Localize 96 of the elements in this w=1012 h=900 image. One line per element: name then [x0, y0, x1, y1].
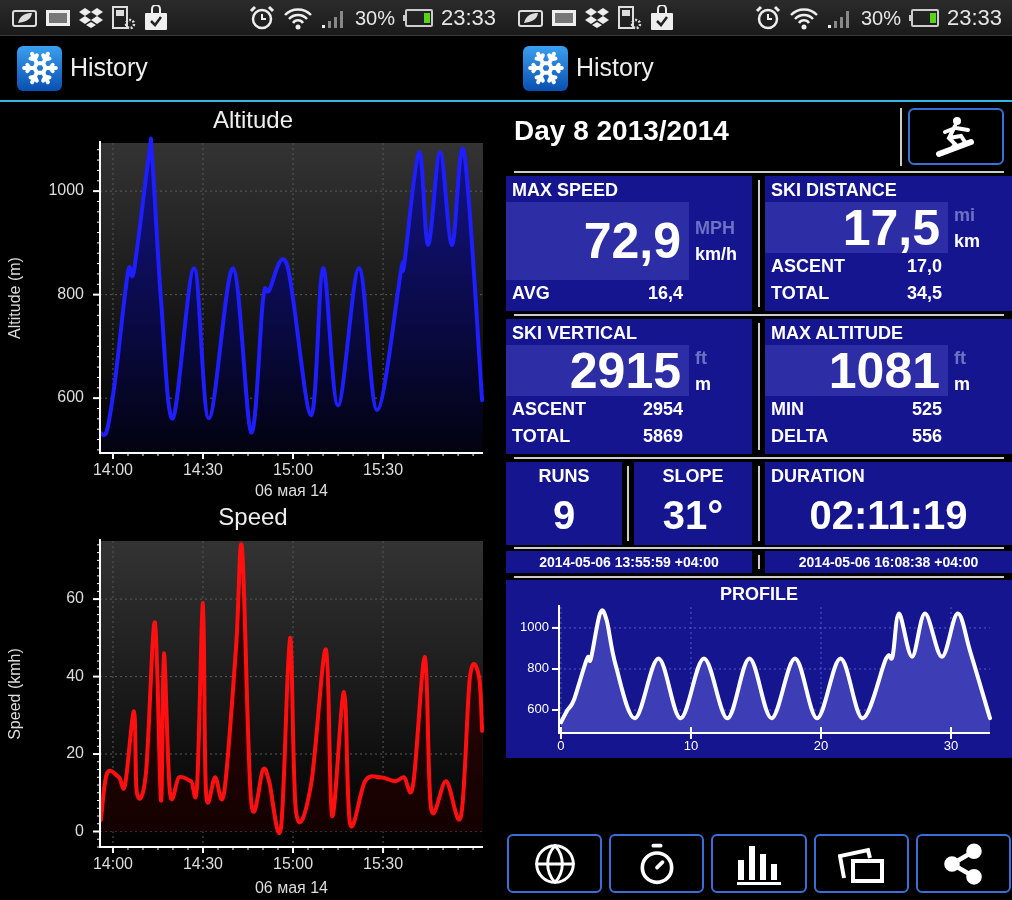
- tile-label: DURATION: [770, 465, 866, 488]
- chart-title: PROFILE: [720, 583, 798, 604]
- y-tick-label: 600: [57, 388, 84, 406]
- picture-icon: [551, 7, 577, 28]
- y-tick-label: 40: [66, 666, 84, 684]
- leaf-icon: [516, 7, 544, 28]
- wifi-icon: [788, 5, 819, 30]
- y-tick-label: 1000: [48, 181, 84, 199]
- x-tick-label: 14:30: [182, 461, 223, 478]
- tile-label: RUNS: [537, 465, 591, 488]
- wifi-icon: [282, 5, 313, 30]
- battery-icon: [908, 8, 939, 27]
- tile-label: SKI DISTANCE: [770, 179, 898, 202]
- y-tick-label: 0: [75, 821, 84, 839]
- row-value: 17,0: [906, 255, 942, 278]
- bag-check-icon: [650, 4, 674, 31]
- row-label: DELTA: [771, 425, 829, 448]
- stat-value: 17,5: [842, 202, 940, 253]
- row-value: 16,4: [647, 282, 683, 305]
- stat-value: 02:11:19: [808, 492, 969, 539]
- x-tick-label: 14:00: [92, 855, 133, 872]
- tile-label: SKI VERTICAL: [511, 322, 638, 345]
- snowboarder-icon: [935, 115, 977, 158]
- row-value: 556: [911, 425, 942, 448]
- battery-percent: 30%: [860, 5, 901, 31]
- x-tick-label: 20: [813, 738, 829, 753]
- stopwatch-button[interactable]: [609, 834, 705, 893]
- axis-label: 06 мая 14: [255, 879, 328, 896]
- bars-button[interactable]: [711, 834, 807, 893]
- row-label: AVG: [512, 282, 550, 305]
- snowboard-button[interactable]: [908, 108, 1004, 165]
- leaf-icon: [10, 7, 38, 28]
- row-label: ASCENT: [512, 398, 586, 421]
- x-tick-label: 30: [943, 738, 959, 753]
- picture-icon: [45, 7, 71, 28]
- row-label: TOTAL: [771, 282, 830, 305]
- x-tick-label: 15:30: [363, 461, 404, 478]
- y-tick-label: 1000: [520, 619, 549, 635]
- x-tick-label: 15:00: [273, 855, 314, 872]
- clock-time: 23:33: [946, 4, 1002, 32]
- row-value: 525: [911, 398, 942, 421]
- row-value: 34,5: [906, 282, 942, 305]
- x-tick-label: 10: [683, 738, 699, 753]
- row-value: 5869: [642, 425, 683, 448]
- axis-label: Altitude (m): [6, 257, 23, 339]
- tile-label: SLOPE: [661, 465, 725, 488]
- stat-value: 1081: [828, 345, 940, 396]
- globe-icon: [532, 841, 577, 886]
- unit-label[interactable]: km: [954, 227, 980, 254]
- timestamp: 2014-05-06 13:55:59 +04:00: [506, 551, 752, 573]
- chart-title: Speed: [218, 502, 288, 532]
- boxes-icon: [584, 6, 610, 29]
- photos-button[interactable]: [813, 834, 909, 893]
- screen-title: History: [70, 52, 148, 84]
- clock-time: 23:33: [440, 4, 496, 32]
- x-tick-label: 15:30: [363, 855, 404, 872]
- bag-check-icon: [144, 4, 168, 31]
- y-tick-label: 20: [66, 744, 84, 762]
- unit-label[interactable]: km/h: [695, 241, 737, 267]
- tile-label: MAX SPEED: [511, 179, 620, 202]
- y-tick-label: 600: [527, 701, 549, 717]
- row-label: ASCENT: [771, 255, 845, 278]
- boxes-icon: [78, 6, 104, 29]
- alarm-clock-icon: [248, 4, 275, 31]
- x-tick-label: 14:30: [182, 855, 223, 872]
- unit-label[interactable]: m: [695, 370, 711, 397]
- alarm-clock-icon: [754, 4, 781, 31]
- unit-label[interactable]: m: [954, 370, 970, 397]
- card-gear-icon: [111, 5, 137, 30]
- globe-button[interactable]: [507, 834, 603, 893]
- axis-label: 06 мая 14: [255, 482, 328, 499]
- battery-percent: 30%: [354, 5, 395, 31]
- y-tick-label: 800: [57, 284, 84, 302]
- stat-value: 31°: [661, 492, 725, 539]
- y-tick-label: 800: [527, 660, 549, 676]
- timestamp: 2014-05-06 16:08:38 +04:00: [765, 551, 1012, 573]
- row-label: MIN: [771, 398, 804, 421]
- stat-value: 72,9: [583, 216, 681, 266]
- snowflake-icon: [523, 45, 568, 91]
- snowflake-icon: [17, 45, 62, 91]
- screen-title: History: [576, 52, 654, 84]
- card-gear-icon: [617, 5, 643, 30]
- y-tick-label: 60: [66, 589, 84, 607]
- axis-label: Speed (kmh): [6, 648, 23, 740]
- x-tick-label: 14:00: [92, 461, 133, 478]
- chart-title: Altitude: [212, 105, 294, 135]
- share-button[interactable]: [915, 834, 1011, 893]
- battery-icon: [402, 8, 433, 27]
- x-tick-label: 0: [557, 738, 565, 753]
- row-label: TOTAL: [512, 425, 571, 448]
- x-tick-label: 15:00: [273, 461, 314, 478]
- stat-value: 2915: [569, 345, 681, 396]
- day-title: Day 8 2013/2014: [513, 114, 730, 148]
- row-value: 2954: [642, 398, 683, 421]
- stat-value: 9: [551, 492, 577, 539]
- tile-label: MAX ALTITUDE: [770, 322, 904, 345]
